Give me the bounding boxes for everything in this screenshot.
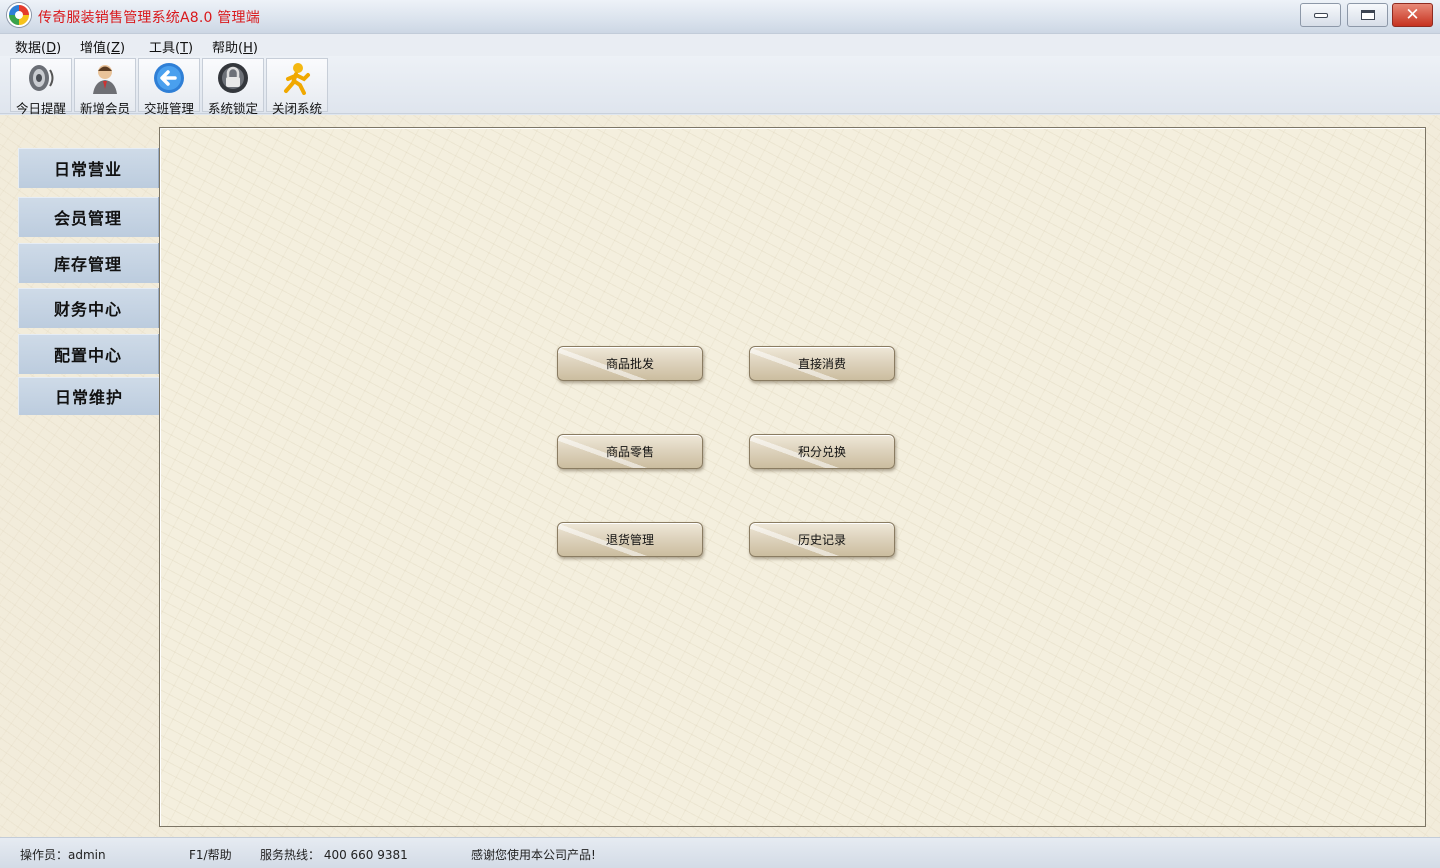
- minimize-icon: [1313, 12, 1328, 18]
- today-reminder-button[interactable]: 今日提醒: [10, 58, 72, 116]
- maximize-button[interactable]: [1347, 3, 1388, 27]
- sidebar-item-config-center[interactable]: 配置中心: [18, 334, 159, 374]
- sidebar-item-inventory-management[interactable]: 库存管理: [18, 243, 159, 283]
- close-icon: ✕: [1405, 5, 1420, 25]
- menu-addon[interactable]: 增值(Z): [80, 37, 125, 56]
- window-title: 传奇服装销售管理系统A8.0 管理端: [38, 10, 260, 26]
- main-area: 日常营业 会员管理 库存管理 财务中心 配置中心 日常维护 商品批发 直接消费 …: [0, 115, 1440, 837]
- speaker-icon: [24, 61, 58, 95]
- wholesale-button[interactable]: 商品批发: [557, 346, 703, 381]
- sidebar-item-member-management[interactable]: 会员管理: [18, 197, 159, 237]
- toolbar: 今日提醒 新增会员 交班管理 系统锁定 关闭系统: [0, 56, 1440, 116]
- close-button[interactable]: ✕: [1392, 3, 1433, 27]
- retail-button[interactable]: 商品零售: [557, 434, 703, 469]
- sidebar-item-daily-business[interactable]: 日常营业: [18, 148, 159, 188]
- close-system-button[interactable]: 关闭系统: [266, 58, 328, 116]
- minimize-button[interactable]: [1300, 3, 1341, 27]
- sidebar-item-finance-center[interactable]: 财务中心: [18, 288, 159, 328]
- history-records-button[interactable]: 历史记录: [749, 522, 895, 557]
- title-bar: 传奇服装销售管理系统A8.0 管理端 ✕: [0, 0, 1440, 34]
- add-member-button[interactable]: 新增会员: [74, 58, 136, 116]
- sidebar-item-daily-maintenance[interactable]: 日常维护: [18, 377, 161, 415]
- menu-tools[interactable]: 工具(T): [149, 37, 193, 56]
- shift-management-button[interactable]: 交班管理: [138, 58, 200, 116]
- user-icon: [88, 61, 122, 95]
- direct-consumption-button[interactable]: 直接消费: [749, 346, 895, 381]
- help-hint: F1/帮助: [189, 848, 232, 862]
- thanks-message: 感谢您使用本公司产品!: [471, 848, 596, 862]
- content-panel: 商品批发 直接消费 商品零售 积分兑换 退货管理 历史记录: [159, 127, 1426, 827]
- menu-help[interactable]: 帮助(H): [212, 37, 258, 56]
- service-hotline: 服务热线： 400 660 9381: [260, 848, 408, 862]
- system-lock-button[interactable]: 系统锁定: [202, 58, 264, 116]
- points-exchange-button[interactable]: 积分兑换: [749, 434, 895, 469]
- operator-status: 操作员：admin: [20, 848, 106, 862]
- back-arrow-icon: [152, 61, 186, 95]
- menu-bar: 数据(D) 增值(Z) 工具(T) 帮助(H): [0, 34, 1440, 56]
- app-logo-icon: [7, 3, 31, 27]
- status-bar: 操作员：admin F1/帮助 服务热线： 400 660 9381 感谢您使用…: [0, 837, 1440, 868]
- maximize-icon: [1360, 10, 1375, 20]
- exit-person-icon: [280, 61, 314, 95]
- menu-data[interactable]: 数据(D): [15, 37, 61, 56]
- return-management-button[interactable]: 退货管理: [557, 522, 703, 557]
- lock-icon: [216, 61, 250, 95]
